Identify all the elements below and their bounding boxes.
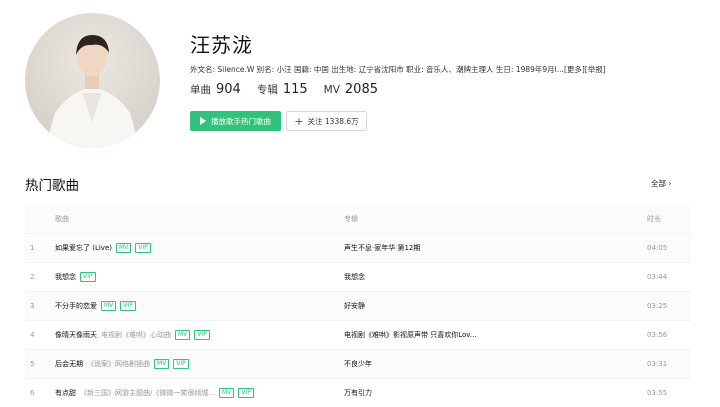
albums-count[interactable]: 115	[283, 82, 308, 97]
mv-badge[interactable]: MV	[175, 330, 191, 340]
song-cell: 有点甜 《新三国》网游主题曲/《微微一笑很倾城... MV VIP	[55, 388, 344, 398]
row-index: 2	[30, 273, 35, 281]
artist-avatar	[25, 13, 160, 148]
occupation: 音乐人、潮牌主理人	[426, 65, 494, 74]
song-cell: 我想念 VIP	[55, 272, 344, 282]
song-cell: 不分手的恋爱 MV VIP	[55, 301, 344, 311]
vip-badge[interactable]: VIP	[194, 330, 210, 340]
header-duration: 时长	[647, 215, 661, 223]
album-cell[interactable]: 不良少年	[344, 359, 647, 369]
duration-cell: 03:44	[647, 273, 668, 281]
artist-name: 汪苏泷	[190, 33, 253, 57]
table-row[interactable]: 3 不分手的恋爱 MV VIP 好安静 03:25	[25, 291, 691, 320]
table-row[interactable]: 1 如果爱忘了 (Live) MV VIP 声生不息·家年华 第12期 04:05	[25, 233, 691, 262]
album-cell[interactable]: 电视剧《难哄》影视原声带 只喜欢你Lov...	[344, 330, 647, 340]
birthday: 1989年9月l...	[515, 65, 564, 74]
songs-label[interactable]: 单曲	[190, 82, 211, 97]
play-icon	[200, 117, 206, 125]
song-title[interactable]: 后会无期	[55, 359, 83, 369]
mv-badge[interactable]: MV	[101, 301, 117, 311]
follow-button-label: 关注 1338.6万	[307, 116, 359, 126]
songs-count[interactable]: 904	[216, 82, 241, 97]
vip-badge[interactable]: VIP	[238, 388, 254, 398]
album-cell[interactable]: 万有引力	[344, 388, 647, 398]
duration-cell: 03:31	[647, 360, 668, 368]
mv-badge[interactable]: MV	[219, 388, 235, 398]
mv-label[interactable]: MV	[324, 84, 340, 96]
table-body: 1 如果爱忘了 (Live) MV VIP 声生不息·家年华 第12期 04:05 2 我想念…	[25, 233, 691, 407]
row-index: 1	[30, 244, 35, 252]
song-cell: 后会无期 《诡案》网络剧插曲 MV VIP	[55, 359, 344, 369]
vip-badge[interactable]: VIP	[173, 359, 189, 369]
mv-badge[interactable]: MV	[154, 359, 170, 369]
duration-cell: 04:05	[647, 244, 668, 252]
song-title[interactable]: 不分手的恋爱	[55, 301, 97, 311]
mv-badge[interactable]: MV	[115, 243, 132, 253]
play-hot-songs-button[interactable]: 播放歌手热门歌曲	[190, 111, 281, 131]
song-cell: 如果爱忘了 (Live) MV VIP	[55, 243, 344, 253]
song-subtitle: 电视剧《难哄》心动曲	[101, 331, 171, 339]
play-button-label: 播放歌手热门歌曲	[211, 116, 271, 126]
song-title[interactable]: 像晴天像雨天	[55, 330, 97, 340]
birthplace: 辽宁省沈阳市	[358, 65, 404, 74]
section-title: 热门歌曲	[25, 178, 79, 194]
song-title[interactable]: 有点甜	[55, 388, 76, 398]
artist-meta: 外文名: Silence.W 别名: 小汪 国籍: 中国 出生地: 辽宁省沈阳市…	[190, 65, 606, 74]
song-subtitle: 《诡案》网络剧插曲	[87, 360, 150, 368]
album-cell[interactable]: 好安静	[344, 301, 647, 311]
table-header: 歌曲 专辑 时长	[25, 205, 691, 233]
vip-badge[interactable]: VIP	[135, 243, 151, 253]
albums-label[interactable]: 专辑	[257, 82, 278, 97]
header-song: 歌曲	[55, 215, 69, 223]
nationality: 中国	[313, 65, 329, 74]
album-cell[interactable]: 声生不息·家年华 第12期	[344, 243, 647, 253]
duration-cell: 03:25	[647, 302, 668, 310]
plus-icon: +	[294, 114, 304, 128]
mv-count[interactable]: 2085	[345, 82, 378, 97]
song-cell: 像晴天像雨天 电视剧《难哄》心动曲 MV VIP	[55, 330, 344, 340]
row-index: 5	[30, 360, 35, 368]
table-row[interactable]: 2 我想念 VIP 我想念 03:44	[25, 262, 691, 291]
artist-counts: 单曲 904 专辑 115 MV 2085	[190, 82, 394, 97]
alias: 小汪	[276, 65, 292, 74]
header-album: 专辑	[344, 215, 358, 223]
more-link[interactable]: [更多]	[564, 65, 585, 74]
vip-badge[interactable]: VIP	[120, 301, 136, 311]
english-name: Silence.W	[217, 65, 255, 74]
all-songs-link[interactable]: 全部 ›	[651, 178, 671, 189]
song-title[interactable]: 我想念	[55, 272, 76, 282]
album-cell[interactable]: 我想念	[344, 272, 647, 282]
song-subtitle: 《新三国》网游主题曲/《微微一笑很倾城...	[80, 389, 216, 397]
table-row[interactable]: 5 后会无期 《诡案》网络剧插曲 MV VIP 不良少年 03:31	[25, 349, 691, 378]
song-title[interactable]: 如果爱忘了 (Live)	[55, 243, 112, 253]
hot-songs-table: 歌曲 专辑 时长 1 如果爱忘了 (Live) MV VIP 声生不息·家年华 第12期…	[25, 205, 691, 407]
report-link[interactable]: [举报]	[585, 65, 606, 74]
row-index: 4	[30, 331, 35, 339]
table-row[interactable]: 6 有点甜 《新三国》网游主题曲/《微微一笑很倾城... MV VIP 万有引力 03:55	[25, 378, 691, 407]
vip-badge[interactable]: VIP	[80, 272, 96, 282]
table-row[interactable]: 4 像晴天像雨天 电视剧《难哄》心动曲 MV VIP 电视剧《难哄》影视原声带 只喜欢你L…	[25, 320, 691, 349]
row-index: 3	[30, 302, 35, 310]
follow-button[interactable]: + 关注 1338.6万	[286, 111, 367, 131]
duration-cell: 03:56	[647, 331, 668, 339]
